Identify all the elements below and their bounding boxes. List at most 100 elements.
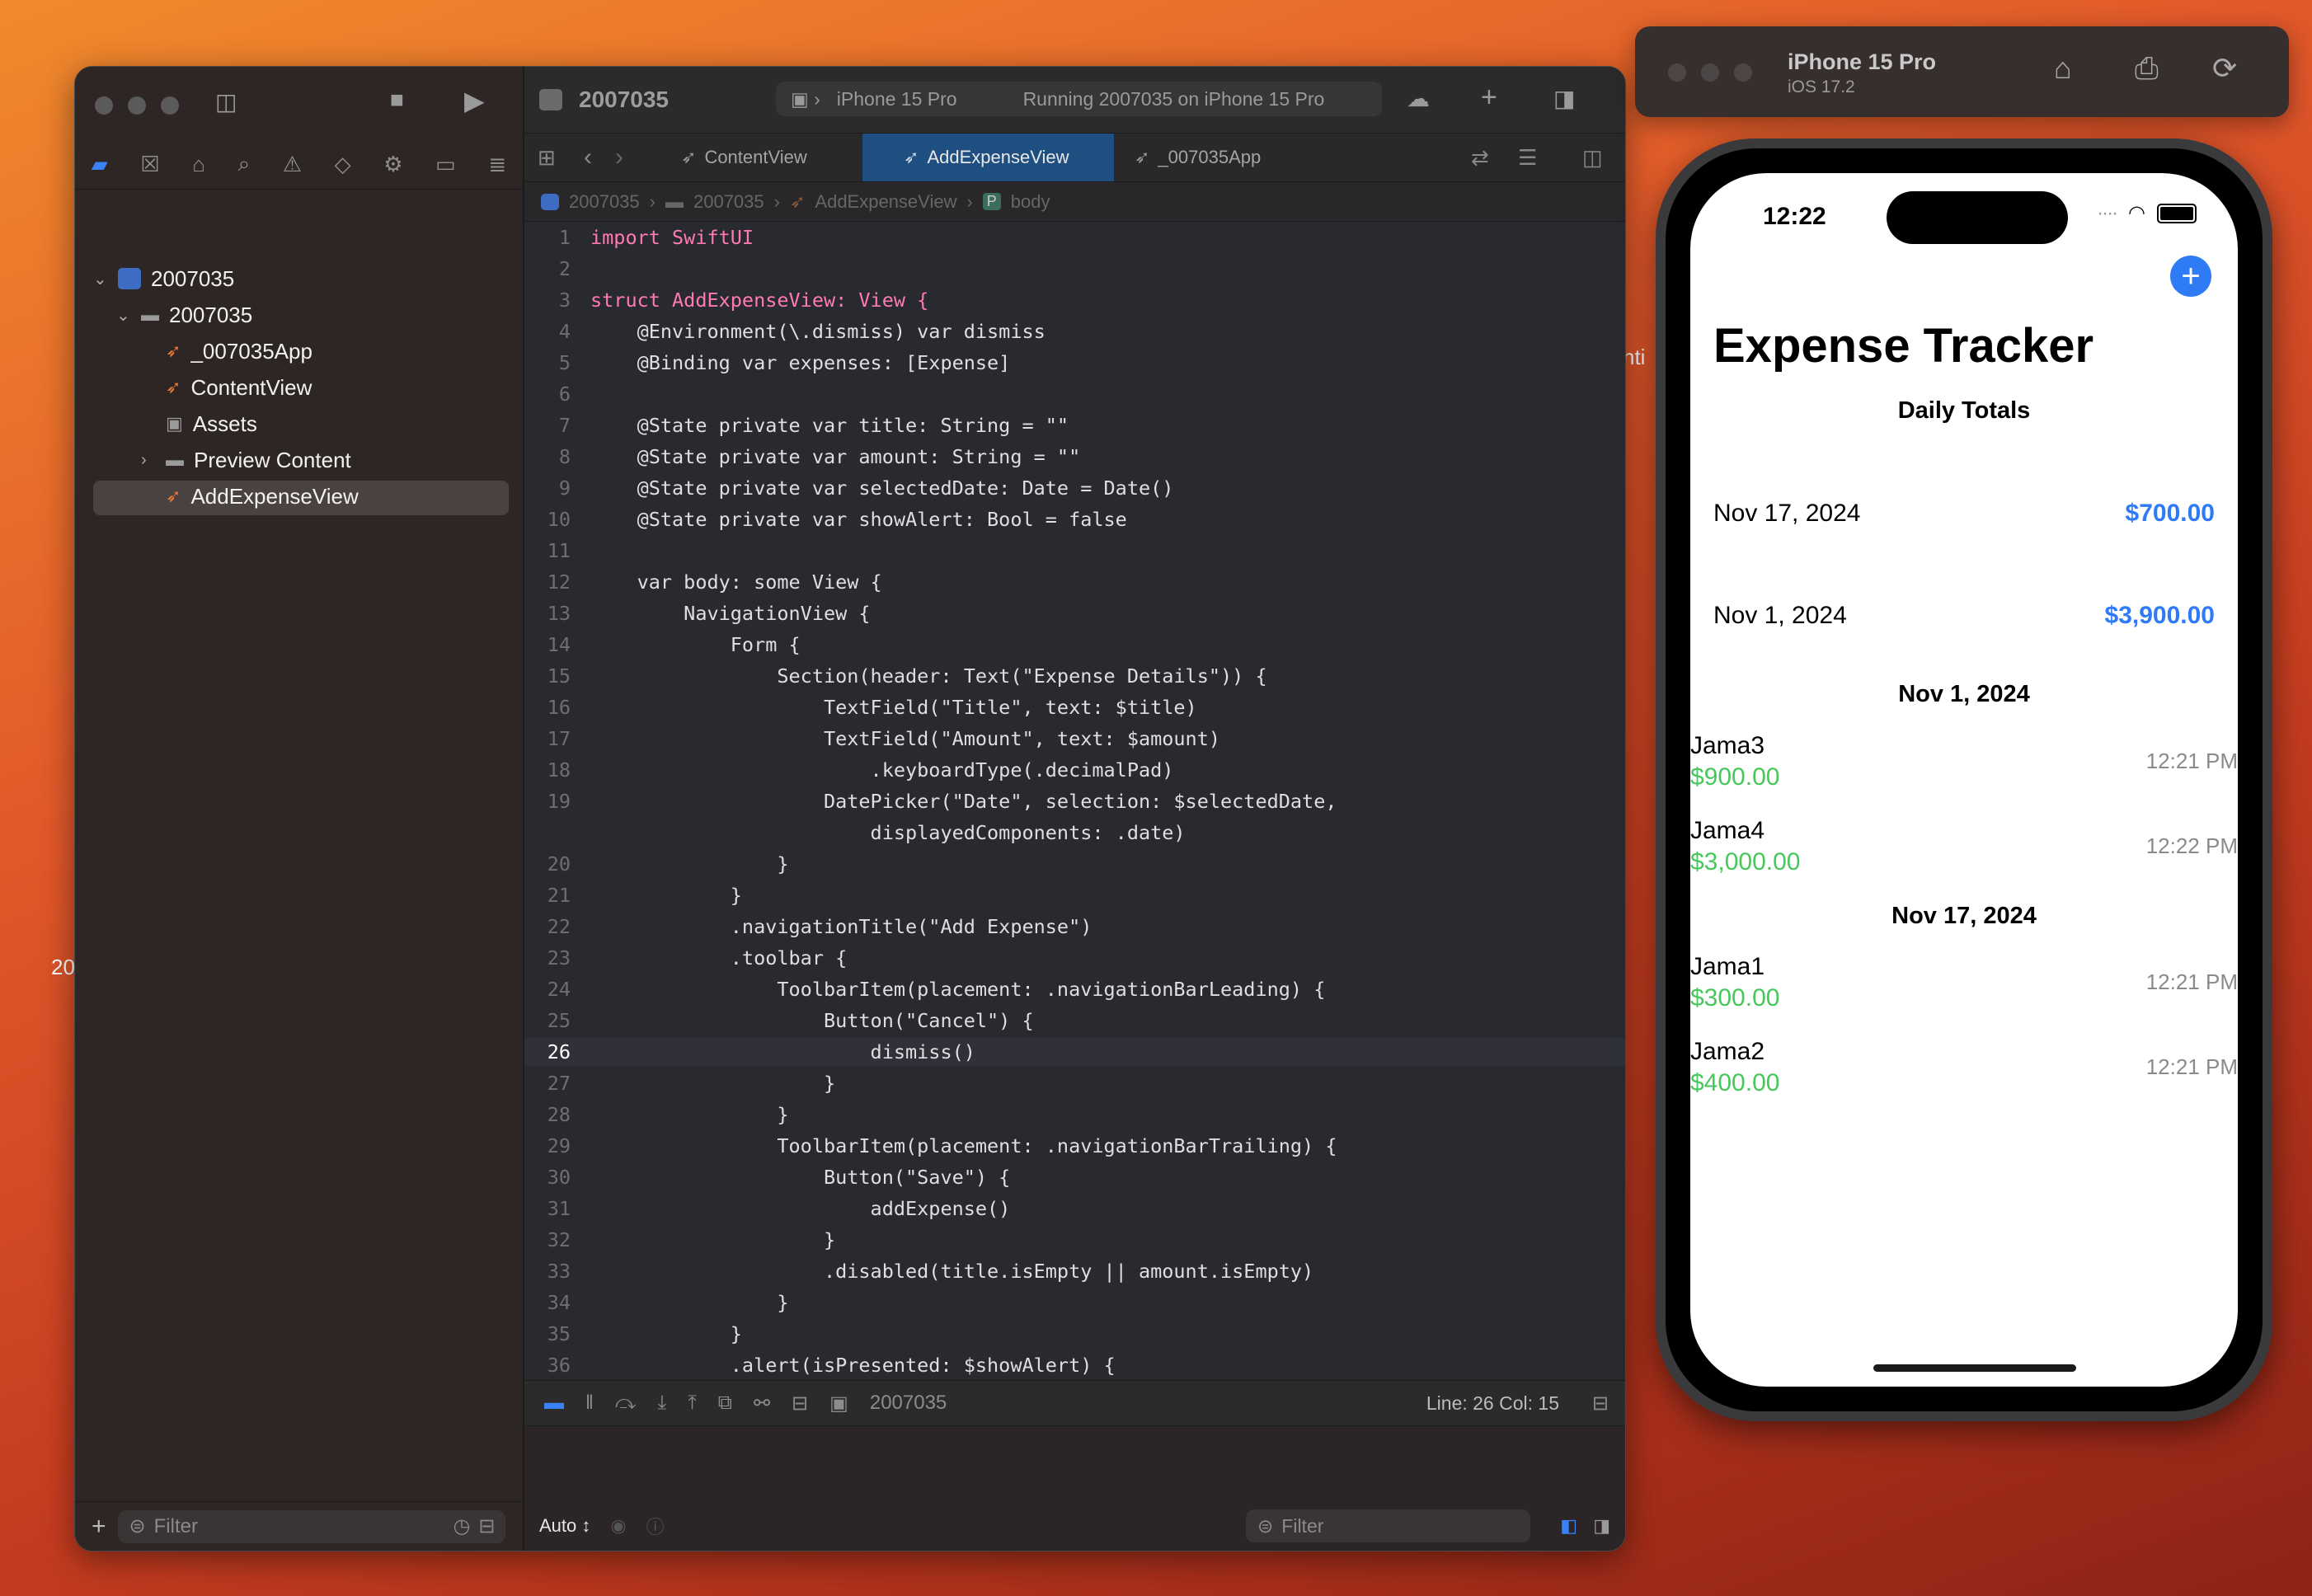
code-line[interactable]: 17 TextField("Amount", text: $amount) bbox=[524, 725, 1625, 753]
code-line[interactable]: 15 Section(header: Text("Expense Details… bbox=[524, 662, 1625, 690]
code-line[interactable]: 36 .alert(isPresented: $showAlert) { bbox=[524, 1351, 1625, 1379]
code-line[interactable]: 13 NavigationView { bbox=[524, 599, 1625, 627]
breakpoints-toggle-icon[interactable]: ▬ bbox=[544, 1392, 564, 1415]
minimize-window-button[interactable] bbox=[1701, 63, 1719, 82]
code-editor[interactable]: 1 import SwiftUI 2 3 struct AddExpenseView: … bbox=[524, 223, 1625, 1380]
test-icon[interactable]: ◇ bbox=[335, 152, 351, 177]
bookmark-icon[interactable]: ⌂ bbox=[192, 152, 205, 177]
debug-icon[interactable]: ⚙ bbox=[383, 152, 402, 177]
code-line[interactable]: 8 @State private var amount: String = "" bbox=[524, 443, 1625, 471]
hide-debug-area-icon[interactable]: ⊟ bbox=[1592, 1392, 1609, 1415]
code-line[interactable]: 20 } bbox=[524, 850, 1625, 878]
run-button[interactable]: ▶ bbox=[464, 85, 485, 116]
editor-options-icon[interactable]: ☰ bbox=[1518, 134, 1537, 181]
folder-icon[interactable]: ▰ bbox=[92, 152, 108, 177]
scheme-selector[interactable]: ▣ › iPhone 15 Pro Running 2007035 on iPh… bbox=[776, 82, 1382, 116]
step-out-icon[interactable]: ⤒ bbox=[688, 1392, 697, 1415]
tab-app[interactable]: ➶ _007035App bbox=[1135, 134, 1332, 181]
step-into-icon[interactable]: ⤓ bbox=[658, 1392, 667, 1415]
code-line[interactable]: 4 @Environment(\.dismiss) var dismiss bbox=[524, 317, 1625, 345]
search-icon[interactable]: ⌕ bbox=[238, 151, 251, 177]
environment-overrides-icon[interactable]: ⊟ bbox=[792, 1392, 808, 1415]
chevron-down-icon[interactable]: ⌄ bbox=[116, 305, 131, 326]
code-line[interactable]: 32 } bbox=[524, 1226, 1625, 1254]
debug-target[interactable]: 2007035 bbox=[870, 1392, 947, 1415]
code-line[interactable]: 9 @State private var selectedDate: Date … bbox=[524, 474, 1625, 502]
code-line[interactable]: 10 @State private var showAlert: Bool = … bbox=[524, 505, 1625, 533]
code-line[interactable]: 31 addExpense() bbox=[524, 1195, 1625, 1223]
breadcrumb-item[interactable]: body bbox=[1011, 191, 1050, 213]
recent-files-icon[interactable]: ◷ bbox=[453, 1514, 470, 1538]
stop-button[interactable]: ■ bbox=[390, 87, 404, 113]
console-filter-input[interactable]: ⊜ Filter bbox=[1246, 1509, 1530, 1542]
breakpoint-icon[interactable]: ▭ bbox=[435, 152, 456, 177]
code-line[interactable]: 25 Button("Cancel") { bbox=[524, 1007, 1625, 1035]
add-expense-button[interactable]: + bbox=[2170, 256, 2211, 297]
tree-item-app-file[interactable]: ➶ _007035App bbox=[166, 334, 312, 368]
grid-icon[interactable]: ⊞ bbox=[538, 134, 556, 181]
breadcrumb-item[interactable]: 2007035 bbox=[569, 191, 640, 213]
tree-item-addexpenseview[interactable]: ➶ AddExpenseView bbox=[166, 479, 359, 514]
sidebar-toggle-icon[interactable]: ◫ bbox=[215, 88, 237, 115]
tab-addexpenseview[interactable]: ➶ AddExpenseView bbox=[862, 134, 1114, 181]
tree-item-project[interactable]: ⌄ 2007035 bbox=[93, 261, 234, 296]
code-line[interactable]: 5 @Binding var expenses: [Expense] bbox=[524, 349, 1625, 377]
zoom-window-button[interactable] bbox=[1734, 63, 1752, 82]
tree-item-preview-content[interactable]: › ▬ Preview Content bbox=[141, 443, 351, 477]
variables-view-icon[interactable]: ◧ bbox=[1560, 1515, 1577, 1537]
code-line[interactable]: 18 .keyboardType(.decimalPad) bbox=[524, 756, 1625, 784]
inspector-toggle-icon[interactable]: ◨ bbox=[1553, 85, 1575, 112]
console-view-icon[interactable]: ◨ bbox=[1593, 1515, 1610, 1537]
step-over-icon[interactable]: ⤼ bbox=[615, 1392, 637, 1415]
cloud-icon[interactable]: ☁ bbox=[1407, 85, 1430, 112]
code-line[interactable]: 34 } bbox=[524, 1289, 1625, 1317]
code-line[interactable]: 26 dismiss() bbox=[524, 1038, 1625, 1066]
breadcrumb-item[interactable]: AddExpenseView bbox=[815, 191, 956, 213]
code-line[interactable]: displayedComponents: .date) bbox=[524, 819, 1625, 847]
run-destination[interactable]: iPhone 15 Pro bbox=[837, 88, 957, 110]
minimize-window-button[interactable] bbox=[128, 96, 146, 115]
split-editor-icon[interactable]: ◫ bbox=[1582, 134, 1603, 181]
code-line[interactable]: 14 Form { bbox=[524, 631, 1625, 659]
warning-icon[interactable]: ⚠ bbox=[283, 152, 302, 177]
code-line[interactable]: 16 TextField("Title", text: $title) bbox=[524, 693, 1625, 721]
memory-graph-icon[interactable]: ⚯ bbox=[754, 1392, 770, 1415]
code-line[interactable]: 11 bbox=[524, 537, 1625, 565]
code-line[interactable]: 21 } bbox=[524, 881, 1625, 909]
screenshot-icon[interactable]: ⎙ bbox=[2135, 51, 2159, 87]
code-line[interactable]: 29 ToolbarItem(placement: .navigationBar… bbox=[524, 1132, 1625, 1160]
zoom-window-button[interactable] bbox=[161, 96, 179, 115]
tree-item-group[interactable]: ⌄ ▬ 2007035 bbox=[116, 298, 252, 332]
info-icon[interactable]: ⓘ bbox=[646, 1513, 665, 1539]
tab-contentview[interactable]: ➶ ContentView bbox=[681, 134, 862, 181]
navigator-filter-input[interactable]: ⊜ Filter ◷ ⊟ bbox=[117, 1509, 505, 1543]
add-icon[interactable]: + bbox=[1481, 82, 1497, 114]
home-icon[interactable]: ⌂ bbox=[2054, 51, 2072, 86]
console-mode-select[interactable]: Auto ↕ bbox=[539, 1515, 590, 1537]
code-line[interactable]: 30 Button("Save") { bbox=[524, 1163, 1625, 1191]
forward-icon[interactable]: › bbox=[615, 134, 623, 181]
eye-icon[interactable]: ◉ bbox=[610, 1515, 626, 1537]
close-window-button[interactable] bbox=[95, 96, 113, 115]
rotate-icon[interactable]: ⟳ bbox=[2212, 51, 2237, 86]
code-line[interactable]: 19 DatePicker("Date", selection: $select… bbox=[524, 787, 1625, 815]
code-line[interactable]: 24 ToolbarItem(placement: .navigationBar… bbox=[524, 975, 1625, 1003]
code-line[interactable]: 2 bbox=[524, 255, 1625, 283]
code-line[interactable]: 28 } bbox=[524, 1101, 1625, 1129]
view-debugger-icon[interactable]: ⧉ bbox=[718, 1392, 732, 1415]
code-line[interactable]: 22 .navigationTitle("Add Expense") bbox=[524, 913, 1625, 941]
breadcrumb-item[interactable]: 2007035 bbox=[693, 191, 764, 213]
pause-icon[interactable]: ‖ bbox=[585, 1392, 594, 1415]
home-indicator[interactable] bbox=[1873, 1364, 2076, 1372]
add-icon[interactable]: + bbox=[92, 1513, 106, 1541]
tree-item-contentview[interactable]: ➶ ContentView bbox=[166, 370, 312, 405]
code-line[interactable]: 35 } bbox=[524, 1320, 1625, 1348]
code-line[interactable]: 1 import SwiftUI bbox=[524, 223, 1625, 251]
chevron-down-icon[interactable]: ⌄ bbox=[93, 269, 108, 289]
source-control-icon[interactable]: ☒ bbox=[140, 152, 159, 177]
source-control-filter-icon[interactable]: ⊟ bbox=[478, 1514, 495, 1538]
tree-item-assets[interactable]: ▣ Assets bbox=[166, 406, 257, 441]
back-icon[interactable]: ‹ bbox=[584, 134, 592, 181]
filter-options-icon[interactable]: ⊜ bbox=[129, 1514, 146, 1538]
code-line[interactable]: 23 .toolbar { bbox=[524, 944, 1625, 972]
